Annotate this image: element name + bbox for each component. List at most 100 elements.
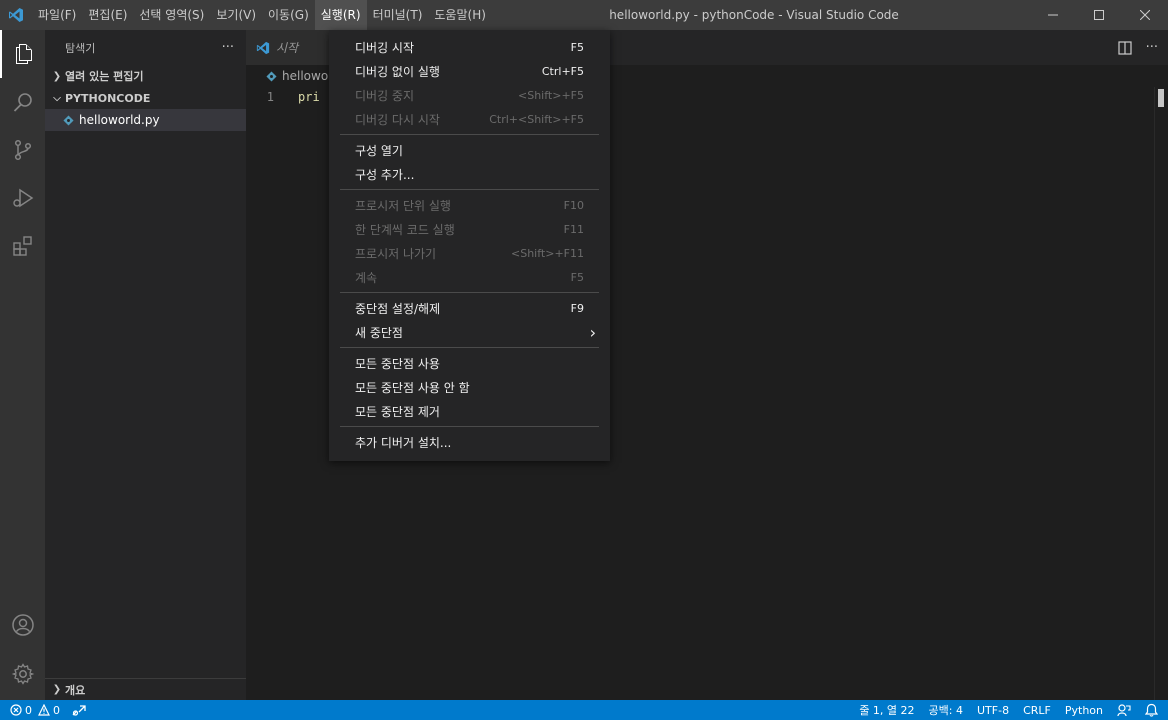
activity-bar — [0, 30, 45, 700]
run-menu-item: 계속 F5 — [329, 265, 610, 289]
problems-indicator[interactable]: 0 0 — [10, 704, 60, 717]
source-control-icon[interactable] — [0, 126, 45, 174]
menu-item-label: 디버깅 시작 — [355, 40, 415, 55]
menu-item-label: 구성 추가... — [355, 167, 415, 182]
menu-item-label: 추가 디버거 설치... — [355, 435, 452, 450]
run-menu-item[interactable]: 디버깅 없이 실행 Ctrl+F5 — [329, 59, 610, 83]
maximize-button[interactable] — [1076, 0, 1122, 30]
settings-gear-icon[interactable] — [0, 650, 45, 698]
menu-separator — [340, 426, 599, 427]
menu-item-label: 구성 열기 — [355, 143, 403, 158]
vscode-logo-icon — [0, 0, 32, 30]
menu-item-label: 모든 중단점 사용 안 함 — [355, 380, 470, 395]
title-bar: 파일(F) 편집(E) 선택 영역(S) 보기(V) 이동(G) 실행(R) 터미널(T) 도… — [0, 0, 1168, 30]
line-ending[interactable]: CRLF — [1023, 704, 1051, 717]
menu-item-label: 새 중단점 — [355, 325, 403, 340]
split-editor-icon[interactable] — [1117, 40, 1132, 55]
accounts-icon[interactable] — [0, 601, 45, 649]
chevron-down-icon: ⌵ — [53, 92, 61, 104]
run-menu-item[interactable]: 디버깅 시작 F5 — [329, 35, 610, 59]
feedback-icon[interactable] — [1117, 703, 1131, 717]
chevron-right-icon: ❯ — [52, 684, 62, 695]
menu-item-label: 디버깅 다시 시작 — [355, 112, 440, 127]
run-menu-item[interactable]: 새 중단점 › — [329, 320, 610, 344]
open-editors-label: 열려 있는 편집기 — [65, 70, 144, 83]
live-share-icon[interactable] — [72, 704, 86, 716]
menu-item-label: 계속 — [355, 270, 378, 285]
menu-item[interactable]: 보기(V) — [210, 0, 262, 30]
run-menu-item: 프로시저 나가기 <Shift>+F11 — [329, 241, 610, 265]
more-actions-icon[interactable]: ··· — [222, 40, 234, 55]
explorer-sidebar: 탐색기 ··· ❯ 열려 있는 편집기 ⌵ PYTHONCODE hellowo… — [45, 30, 246, 700]
menu-item[interactable]: 파일(F) — [32, 0, 82, 30]
file-label: helloworld.py — [79, 113, 160, 127]
indentation[interactable]: 공백: 4 — [929, 702, 963, 718]
menu-item[interactable]: 편집(E) — [82, 0, 133, 30]
run-menu-item[interactable]: 모든 중단점 사용 — [329, 351, 610, 375]
menu-item[interactable]: 도움말(H) — [428, 0, 492, 30]
run-debug-icon[interactable] — [0, 174, 45, 222]
menu-bar: 파일(F) 편집(E) 선택 영역(S) 보기(V) 이동(G) 실행(R) 터미널(T) 도… — [32, 0, 492, 30]
run-menu-item: 디버깅 중지 <Shift>+F5 — [329, 83, 610, 107]
editor-actions: ··· — [1117, 30, 1158, 65]
notifications-bell-icon[interactable] — [1145, 703, 1158, 717]
menu-item[interactable]: 이동(G) — [262, 0, 315, 30]
outline-section[interactable]: ❯ 개요 — [45, 678, 246, 700]
menu-item-shortcut: Ctrl+F5 — [541, 64, 584, 78]
search-icon[interactable] — [0, 78, 45, 126]
close-button[interactable] — [1122, 0, 1168, 30]
tab-welcome[interactable]: 시작 — [246, 30, 330, 65]
more-actions-icon[interactable]: ··· — [1146, 40, 1158, 55]
vscode-tab-icon — [256, 41, 270, 55]
menu-item-shortcut: <Shift>+F5 — [518, 88, 584, 102]
run-menu-item: 디버깅 다시 시작 Ctrl+<Shift>+F5 — [329, 107, 610, 131]
run-menu-item: 한 단계씩 코드 실행 F11 — [329, 217, 610, 241]
menu-item-label: 디버깅 없이 실행 — [355, 64, 440, 79]
menu-item-shortcut: F10 — [563, 198, 584, 212]
menu-item[interactable]: 선택 영역(S) — [133, 0, 210, 30]
error-icon — [10, 704, 22, 716]
run-menu-item[interactable]: 모든 중단점 제거 — [329, 399, 610, 423]
code-text[interactable]: pri — [286, 90, 320, 104]
menu-item-label: 중단점 설정/해제 — [355, 301, 441, 316]
menu-separator — [340, 347, 599, 348]
error-count: 0 — [25, 703, 32, 717]
warning-count: 0 — [53, 703, 60, 717]
menu-item-label: 한 단계씩 코드 실행 — [355, 222, 455, 237]
run-menu-item[interactable]: 모든 중단점 사용 안 함 — [329, 375, 610, 399]
menu-item-label: 디버깅 중지 — [355, 88, 415, 103]
open-editors-section[interactable]: ❯ 열려 있는 편집기 — [45, 65, 246, 87]
tab-label: 시작 — [276, 41, 299, 55]
run-menu-item[interactable]: 중단점 설정/해제 F9 — [329, 296, 610, 320]
menu-item-shortcut: Ctrl+<Shift>+F5 — [489, 112, 584, 126]
menu-item-label: 프로시저 나가기 — [355, 246, 437, 261]
menu-item[interactable]: 터미널(T) — [367, 0, 429, 30]
language-mode[interactable]: Python — [1065, 704, 1103, 717]
menu-item-shortcut: F9 — [570, 301, 584, 315]
scrollbar-thumb[interactable] — [1158, 89, 1164, 107]
run-menu-item[interactable]: 추가 디버거 설치... — [329, 430, 610, 454]
status-bar: 0 0 줄 1, 열 22 공백: 4 UTF-8 CRLF Python — [0, 700, 1168, 720]
menu-item-shortcut: <Shift>+F11 — [511, 246, 584, 260]
outline-label: 개요 — [65, 683, 86, 697]
menu-item-shortcut: F5 — [570, 270, 584, 284]
folder-label: PYTHONCODE — [65, 91, 151, 105]
line-number: 1 — [266, 89, 274, 104]
breadcrumb-file[interactable]: hellowor — [282, 69, 333, 83]
menu-separator — [340, 292, 599, 293]
cursor-position[interactable]: 줄 1, 열 22 — [859, 702, 914, 718]
run-menu-item[interactable]: 구성 열기 — [329, 138, 610, 162]
menu-item-label: 프로시저 단위 실행 — [355, 198, 451, 213]
minimize-button[interactable] — [1030, 0, 1076, 30]
menu-item[interactable]: 실행(R) — [314, 0, 367, 30]
explorer-icon[interactable] — [0, 30, 45, 78]
vertical-scrollbar[interactable] — [1154, 87, 1168, 700]
explorer-title: 탐색기 — [65, 41, 96, 55]
file-item-helloworld[interactable]: helloworld.py — [45, 109, 246, 131]
encoding[interactable]: UTF-8 — [977, 704, 1009, 717]
run-menu-item[interactable]: 구성 추가... — [329, 162, 610, 186]
extensions-icon[interactable] — [0, 222, 45, 270]
folder-section[interactable]: ⌵ PYTHONCODE — [45, 87, 246, 109]
menu-separator — [340, 134, 599, 135]
chevron-right-icon: ❯ — [52, 70, 62, 82]
